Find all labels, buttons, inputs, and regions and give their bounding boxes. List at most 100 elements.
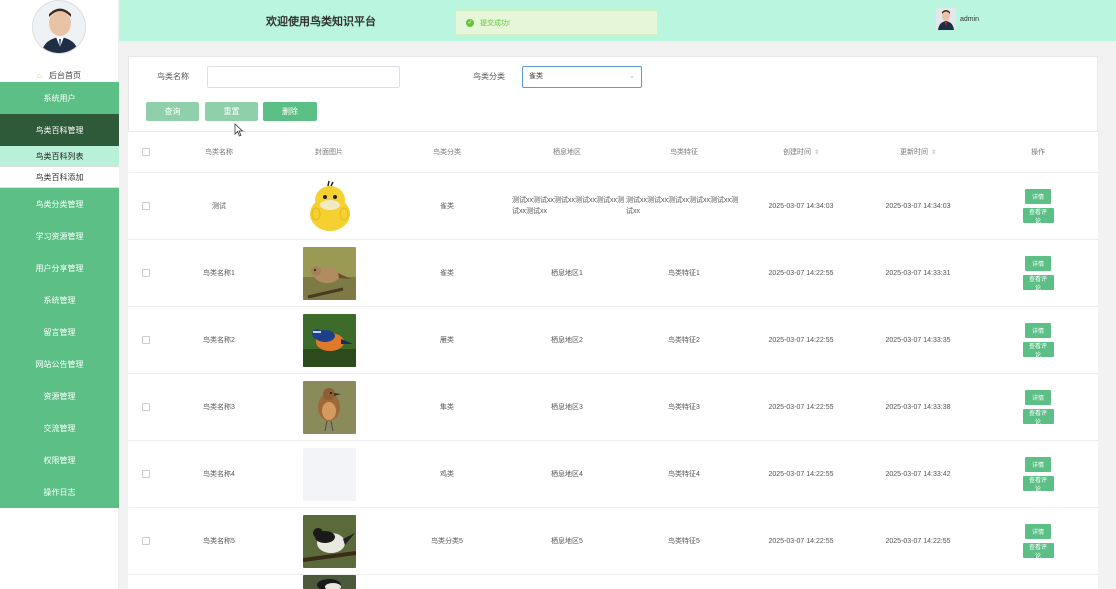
sidebar-item-bird-category[interactable]: 鸟类分类管理 [0,188,119,220]
sidebar-item-system-admin[interactable]: 系统管理 [0,284,119,316]
sidebar-item-permissions[interactable]: 权限管理 [0,444,119,476]
row-select[interactable] [128,202,164,210]
row-checkbox[interactable] [142,403,150,411]
row-select[interactable] [128,537,164,545]
cell-created: 2025-03-07 14:22:55 [768,403,834,411]
view-comments-button[interactable]: 查看评论 [1022,476,1054,493]
top-header: 欢迎使用鸟类知识平台 ✓ 提交成功! admin [119,0,1116,41]
cell-created: 2025-03-07 14:22:55 [768,537,834,545]
header-cover: 封面图片 [315,149,343,156]
cell-updated: 2025-03-07 14:22:55 [885,537,951,545]
row-checkbox[interactable] [142,336,150,344]
cell-category: 雀类 [440,203,454,210]
row-select[interactable] [128,403,164,411]
robin-image [302,380,356,434]
sidebar-item-label: 鸟类百科添加 [35,172,84,182]
cell-cover [274,380,384,434]
reset-button[interactable]: 重置 [205,102,258,121]
sidebar-item-user-share[interactable]: 用户分享管理 [0,252,119,284]
table-row: 测试 雀类 测试xx测试xx测试xx测试xx测试xx测试xx测试xx 测试xx测… [128,173,1098,240]
header-select-all[interactable] [128,148,164,156]
row-select[interactable] [128,269,164,277]
cell-name: 鸟类名称2 [203,337,235,344]
sidebar-subitem-encyclopedia-add[interactable]: 鸟类百科添加 [0,167,119,188]
cell-created: 2025-03-07 14:22:55 [768,470,834,478]
delete-button[interactable]: 删除 [263,102,317,121]
duck-cartoon-image [302,179,356,233]
bird-image-partial [302,575,356,589]
cell-feature: 鸟类特征2 [668,337,700,344]
cell-category: 雀类 [440,270,454,277]
home-link[interactable]: ⌂ 后台首页 [0,57,118,80]
cell-habitat: 栖息地区2 [551,337,583,344]
sidebar-item-label: 操作日志 [43,487,76,497]
cell-cover [274,575,384,589]
sidebar-item-learning-resources[interactable]: 学习资源管理 [0,220,119,252]
cell-updated: 2025-03-07 14:33:38 [885,403,951,411]
row-checkbox[interactable] [142,202,150,210]
query-button[interactable]: 查询 [146,102,199,121]
sidebar-item-system-users[interactable]: 系统用户 [0,82,119,114]
sidebar-item-resources[interactable]: 资源管理 [0,380,119,412]
row-checkbox[interactable] [142,269,150,277]
cell-actions: 详情 查看评论 [978,256,1098,292]
cell-actions: 详情 查看评论 [978,390,1098,426]
detail-button[interactable]: 详情 [1025,256,1051,271]
cell-feature: 鸟类特征5 [668,538,700,545]
sidebar-item-bird-encyclopedia[interactable]: 鸟类百科管理 [0,114,119,146]
sidebar-item-label: 留言管理 [43,327,76,337]
detail-button[interactable]: 详情 [1025,524,1051,539]
cell-cover [274,514,384,568]
cell-created: 2025-03-07 14:22:55 [768,269,834,277]
bird-name-input[interactable] [207,66,400,88]
bird-table: 鸟类名称 封面图片 鸟类分类 栖息地区 鸟类特征 创建时间 ⇕ 更新时间 ⇕ 操作 … [128,132,1098,589]
table-row: 鸟类名称4 鸡类 栖息地区4 鸟类特征4 2025-03-07 14:22:55… [128,441,1098,508]
sort-icon[interactable]: ⇕ [931,149,936,156]
table-row: 鸟类名称5 鸟类分类5 栖息地区5 鸟类特征5 2025-03-07 14:22… [128,508,1098,575]
view-comments-button[interactable]: 查看评论 [1022,543,1054,560]
name-label: 鸟类名称 [157,72,189,81]
cell-updated: 2025-03-07 14:33:35 [885,336,951,344]
detail-button[interactable]: 详情 [1025,323,1051,338]
cell-created: 2025-03-07 14:34:03 [768,202,834,210]
sidebar-item-messages[interactable]: 留言管理 [0,316,119,348]
header-created[interactable]: 创建时间 ⇕ [744,147,858,157]
user-avatar [936,8,956,30]
cell-cover [274,246,384,300]
header-feature: 鸟类特征 [670,149,698,156]
sidebar-item-communication[interactable]: 交流管理 [0,412,119,444]
cell-habitat: 栖息地区4 [551,471,583,478]
detail-button[interactable]: 详情 [1025,457,1051,472]
cell-feature: 测试xx测试xx测试xx测试xx测试xx测试xx [626,197,738,215]
sidebar-item-operation-log[interactable]: 操作日志 [0,476,119,508]
cell-actions: 详情 查看评论 [978,524,1098,560]
row-select[interactable] [128,470,164,478]
view-comments-button[interactable]: 查看评论 [1022,208,1054,225]
row-checkbox[interactable] [142,470,150,478]
sidebar-item-label: 资源管理 [43,391,76,401]
user-menu[interactable]: admin [936,8,979,30]
cell-feature: 鸟类特征4 [668,471,700,478]
view-comments-button[interactable]: 查看评论 [1022,342,1054,359]
view-comments-button[interactable]: 查看评论 [1022,409,1054,426]
header-habitat: 栖息地区 [553,149,581,156]
select-all-checkbox[interactable] [142,148,150,156]
row-select[interactable] [128,336,164,344]
sidebar-subitem-encyclopedia-list[interactable]: 鸟类百科列表 [0,146,119,167]
sort-icon[interactable]: ⇕ [814,149,819,156]
main-content: 鸟类名称 鸟类分类 雀类 ⌄ 查询 重置 删除 鸟类名称 封面图片 鸟类分类 栖… [119,41,1116,589]
row-checkbox[interactable] [142,537,150,545]
sidebar-item-announcements[interactable]: 网站公告管理 [0,348,119,380]
cell-habitat: 栖息地区5 [551,538,583,545]
cell-cover [274,447,384,501]
cell-updated: 2025-03-07 14:34:03 [885,202,951,210]
cell-name: 鸟类名称1 [203,270,235,277]
detail-button[interactable]: 详情 [1025,189,1051,204]
view-comments-button[interactable]: 查看评论 [1022,275,1054,292]
header-updated[interactable]: 更新时间 ⇕ [858,147,978,157]
category-select[interactable]: 雀类 ⌄ [522,66,642,88]
detail-button[interactable]: 详情 [1025,390,1051,405]
cell-actions: 详情 查看评论 [978,189,1098,225]
bluethroat-image [302,313,356,367]
cell-feature: 鸟类特征3 [668,404,700,411]
